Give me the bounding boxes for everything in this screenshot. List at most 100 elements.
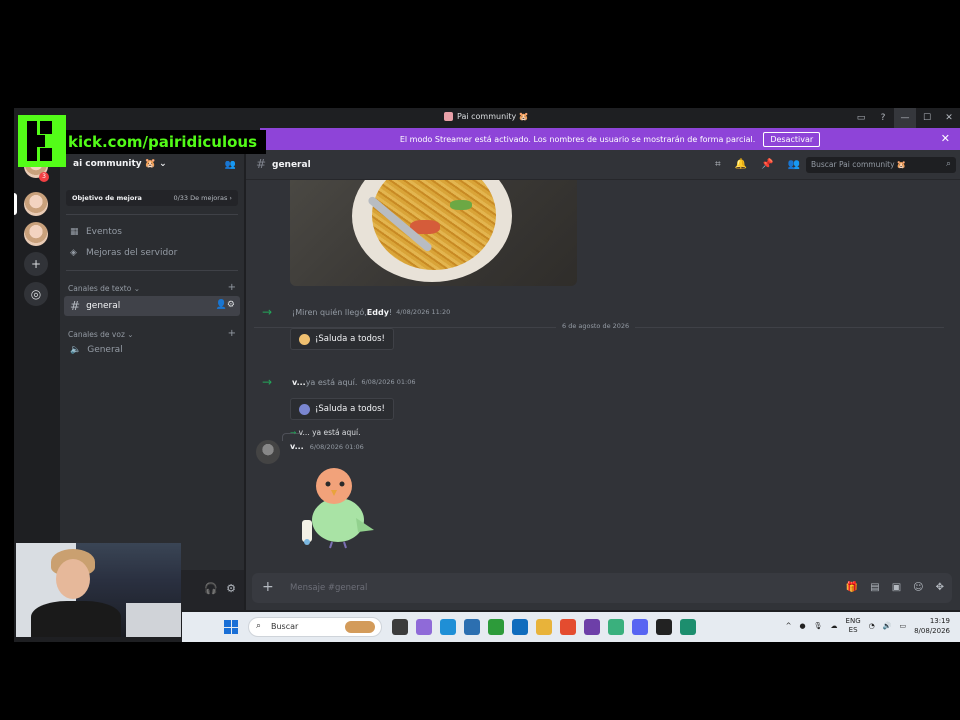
taskbar-search[interactable]: ⌕ Buscar <box>248 617 382 637</box>
onedrive-icon[interactable]: ☁ <box>831 622 838 630</box>
username[interactable]: v... <box>292 378 306 387</box>
search-input[interactable]: Buscar Pai community 🐹 ⌕ <box>806 157 956 173</box>
search-icon: ⌕ <box>256 621 262 631</box>
boost-goal[interactable]: Objetivo de mejora 0/33 De mejoras › <box>66 190 238 206</box>
avatar[interactable] <box>256 440 280 464</box>
wave-button[interactable]: ¡Saluda a todos! <box>290 398 394 420</box>
taskview-icon[interactable] <box>392 619 408 635</box>
apps-icon[interactable]: ✥ <box>936 582 944 593</box>
banner-close-icon[interactable]: ✕ <box>941 132 950 145</box>
server-boosts-link[interactable]: ◈ Mejoras del servidor <box>70 248 177 258</box>
chat-header: # general ⌗ 🔔 📌 👥 Buscar Pai community 🐹… <box>246 150 960 180</box>
header-actions: ⌗ 🔔 📌 👥 <box>715 159 800 170</box>
app-icon[interactable] <box>680 619 696 635</box>
webcam-overlay <box>16 543 181 637</box>
channel-title: general <box>272 160 311 170</box>
webcam-person-shirt <box>31 601 121 637</box>
create-voice-channel-button[interactable]: + <box>228 328 236 339</box>
kick-logo-part <box>40 121 52 134</box>
invite-people-icon[interactable]: 👥 <box>225 160 236 170</box>
title-bar: Pai community 🐹 ▭ ? — ☐ ✕ <box>14 108 960 128</box>
attach-plus-button[interactable]: + <box>262 579 274 595</box>
server-icon-2[interactable] <box>24 222 48 246</box>
windows-start-icon[interactable] <box>224 620 238 634</box>
sticker-icon[interactable]: ▣ <box>892 582 901 593</box>
gif-icon[interactable]: ▤ <box>870 582 879 593</box>
sticker-bird[interactable] <box>296 460 376 550</box>
hash-icon: # <box>256 157 267 171</box>
channel-general[interactable]: # general 👤⚙ <box>64 296 240 316</box>
copilot-icon[interactable] <box>416 619 432 635</box>
maximize-button[interactable]: ☐ <box>916 108 938 128</box>
help-icon[interactable]: ? <box>872 108 894 128</box>
discover-icon[interactable]: ◎ <box>24 282 48 306</box>
battery-icon[interactable]: ▭ <box>899 622 906 630</box>
chevron-up-icon[interactable]: ^ <box>786 622 792 630</box>
headphones-icon[interactable]: 🎧 <box>204 582 218 595</box>
voice-channel-general[interactable]: 🔈 General <box>70 345 123 355</box>
category-text-channels[interactable]: Canales de texto ⌄ <box>68 284 140 293</box>
outlook-icon[interactable] <box>512 619 528 635</box>
emoji-icon[interactable]: ☺ <box>913 582 923 593</box>
webcam-person-face <box>56 559 90 599</box>
add-server-button[interactable]: + <box>24 252 48 276</box>
search-highlight-icon <box>345 621 375 633</box>
user-controls: 🎧 ⚙ <box>204 582 236 595</box>
members-icon[interactable]: 👥 <box>788 159 800 170</box>
chrome-icon[interactable] <box>560 619 576 635</box>
taskbar-clock[interactable]: 13:19 8/08/2026 <box>914 616 950 636</box>
welcome-text: ya está aquí. <box>305 377 358 387</box>
pin-icon[interactable]: 📌 <box>761 159 773 170</box>
username[interactable]: v... <box>290 442 304 451</box>
chat-area: # general ⌗ 🔔 📌 👥 Buscar Pai community 🐹… <box>246 150 960 610</box>
language-indicator[interactable]: ENG ES <box>846 617 861 635</box>
close-button[interactable]: ✕ <box>938 108 960 128</box>
attachment-image[interactable] <box>290 180 577 286</box>
reply-preview[interactable]: → v... ya está aquí. <box>290 428 361 437</box>
app-icon[interactable] <box>584 619 600 635</box>
inbox-icon[interactable]: ▭ <box>850 108 872 128</box>
timestamp: 6/08/2026 01:06 <box>361 378 416 386</box>
lang-primary: ENG <box>845 617 861 625</box>
username[interactable]: Eddy <box>367 308 389 317</box>
deactivate-streamer-button[interactable]: Desactivar <box>763 131 821 147</box>
voice-channel-label: General <box>87 345 123 355</box>
store-icon[interactable] <box>464 619 480 635</box>
channel-general-label: general <box>86 301 121 311</box>
edge-icon[interactable] <box>440 619 456 635</box>
xbox-icon[interactable] <box>488 619 504 635</box>
wifi-icon[interactable]: ◔ <box>869 622 875 630</box>
taskbar-apps <box>392 619 696 635</box>
gift-icon[interactable]: 🎁 <box>846 582 858 593</box>
window-controls: ▭ ? — ☐ ✕ <box>850 108 960 128</box>
divider <box>66 214 238 215</box>
gear-icon[interactable]: ⚙ <box>226 582 236 595</box>
channel-settings-icon[interactable]: 👤⚙ <box>216 300 235 310</box>
discord-icon[interactable] <box>632 619 648 635</box>
minimize-button[interactable]: — <box>894 108 916 128</box>
mic-icon[interactable]: 🎙 <box>814 622 823 630</box>
folder-icon[interactable] <box>536 619 552 635</box>
tray-app-icon[interactable]: ● <box>800 622 806 630</box>
message-input[interactable]: Mensaje #general <box>290 583 367 593</box>
divider <box>66 270 238 271</box>
boost-goal-count: 0/33 De mejoras › <box>173 194 232 202</box>
server-icon-pai[interactable] <box>24 192 48 216</box>
wave-button[interactable]: ¡Saluda a todos! <box>290 328 394 350</box>
volume-icon[interactable]: 🔊 <box>883 622 892 630</box>
welcome-message-2: → v... ya está aquí. 6/08/2026 01:06 <box>262 375 416 389</box>
server-name[interactable]: ai community 🐹 ⌄ <box>73 159 167 169</box>
events-link[interactable]: ▦ Eventos <box>70 227 122 237</box>
search-icon: ⌕ <box>945 159 951 169</box>
app-icon[interactable] <box>608 619 624 635</box>
window-title: Pai community 🐹 <box>444 112 529 121</box>
boost-goal-title: Objetivo de mejora <box>72 194 142 202</box>
app-icon[interactable] <box>656 619 672 635</box>
timestamp: 4/08/2026 11:20 <box>396 308 451 316</box>
threads-icon[interactable]: ⌗ <box>715 159 721 170</box>
category-voice-channels[interactable]: Canales de voz ⌄ <box>68 330 134 339</box>
join-arrow-icon: → <box>262 375 273 389</box>
bell-icon[interactable]: 🔔 <box>735 159 747 170</box>
mention-badge: 3 <box>39 172 49 182</box>
create-text-channel-button[interactable]: + <box>228 282 236 293</box>
